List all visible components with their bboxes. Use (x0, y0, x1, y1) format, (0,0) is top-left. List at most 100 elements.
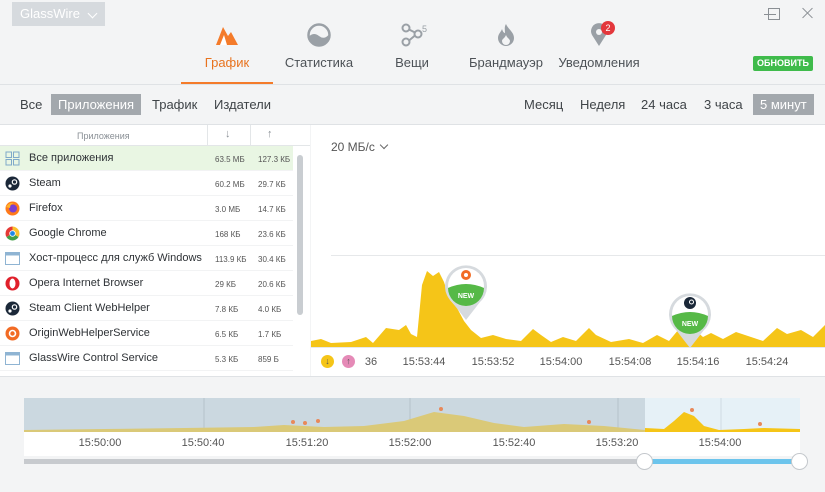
timeline-tick: 15:53:20 (595, 437, 639, 449)
range-3h[interactable]: 3 часа (697, 94, 750, 115)
upload-value: 20.6 КБ (258, 280, 286, 289)
download-value: 3.0 МБ (215, 205, 241, 214)
maximize-button[interactable] (768, 8, 780, 20)
steam-icon (5, 301, 20, 316)
timeline-tick: 15:52:00 (388, 437, 432, 449)
download-value: 60.2 МБ (215, 180, 245, 189)
flame-icon (498, 24, 514, 46)
list-header: Приложения ↓ ↑ (0, 125, 310, 146)
download-value: 29 КБ (215, 280, 237, 289)
list-item[interactable]: Opera Internet Browser 29 КБ 20.6 КБ (0, 271, 293, 296)
window-icon (5, 252, 20, 265)
time-axis: ↓ ↑ 36 15:53:44 15:53:52 15:54:00 15:54:… (311, 347, 825, 376)
traffic-area (311, 271, 825, 348)
timeline-tick: 15:50:00 (78, 437, 122, 449)
upload-value: 14.7 КБ (258, 205, 286, 214)
list-item[interactable]: GlassWire Control Service 5.3 КБ 859 Б (0, 346, 293, 371)
tab-alerts[interactable]: 2 Уведомления (553, 18, 645, 84)
app-name: GlassWire Control Service (29, 352, 158, 364)
tab-label: График (204, 55, 250, 70)
close-button[interactable] (801, 6, 815, 20)
app-name: Firefox (29, 202, 63, 214)
steam-icon (5, 176, 20, 191)
origin-icon (5, 326, 20, 341)
upload-value: 127.3 КБ (258, 155, 291, 164)
range-month[interactable]: Месяц (517, 94, 570, 115)
list-item[interactable]: Google Chrome 168 КБ 23.6 КБ (0, 221, 293, 246)
range-5min[interactable]: 5 минут (753, 94, 814, 115)
filter-traffic[interactable]: Трафик (145, 94, 204, 115)
timeline-selected-range[interactable] (644, 459, 800, 464)
upload-value: 859 Б (258, 355, 279, 364)
filter-publishers[interactable]: Издатели (207, 94, 278, 115)
list-item[interactable]: Firefox 3.0 МБ 14.7 КБ (0, 196, 293, 221)
app-menu-button[interactable]: GlassWire (12, 2, 105, 26)
new-app-marker[interactable]: NEW (442, 262, 490, 320)
firefox-icon (5, 201, 20, 216)
list-item[interactable]: Все приложения 63.5 МБ 127.3 КБ (0, 146, 293, 171)
upload-value: 30.4 КБ (258, 255, 286, 264)
column-separator (207, 125, 208, 146)
window-icon (5, 352, 20, 365)
tab-firewall[interactable]: Брандмауэр (465, 18, 547, 84)
opera-icon (5, 276, 20, 291)
all-apps-icon (5, 151, 20, 166)
timeline-tick: 15:52:40 (492, 437, 536, 449)
tab-things[interactable]: 5 Вещи (386, 18, 438, 84)
list-item[interactable]: OriginWebHelperService 6.5 КБ 1.7 КБ (0, 321, 293, 346)
alerts-badge: 2 (601, 21, 615, 35)
upload-legend-icon[interactable]: ↑ (342, 355, 355, 368)
list-scrollbar[interactable] (297, 155, 303, 315)
filter-apps[interactable]: Приложения (51, 94, 142, 115)
upload-value: 23.6 КБ (258, 230, 286, 239)
app-list: Приложения ↓ ↑ Все приложения 63.5 МБ 12… (0, 125, 310, 376)
filter-all[interactable]: Все (13, 94, 49, 115)
timeline-axis: 15:50:00 15:50:40 15:51:20 15:52:00 15:5… (24, 432, 800, 456)
axis-tick: 15:54:00 (539, 356, 583, 368)
new-label: NEW (458, 293, 475, 300)
new-app-marker[interactable]: NEW (666, 290, 714, 348)
list-item[interactable]: Steam 60.2 МБ 29.7 КБ (0, 171, 293, 196)
tab-graph[interactable]: График (181, 18, 273, 84)
list-item[interactable]: Хост-процесс для служб Windows 113.9 КБ … (0, 246, 293, 271)
upload-value: 1.7 КБ (258, 330, 282, 339)
axis-tick: 15:54:08 (608, 356, 652, 368)
app-name: GlassWire (20, 6, 80, 21)
timeline-overview[interactable]: 15:50:00 15:50:40 15:51:20 15:52:00 15:5… (24, 398, 800, 456)
column-upload[interactable]: ↑ (267, 128, 273, 140)
update-button[interactable]: ОБНОВИТЬ (753, 56, 813, 71)
timeline-tick: 15:51:20 (285, 437, 329, 449)
app-name: Хост-процесс для служб Windows (29, 252, 202, 264)
app-name: Opera Internet Browser (29, 277, 144, 289)
chrome-icon (5, 226, 20, 241)
app-name: OriginWebHelperService (29, 327, 150, 339)
timeline-tick: 15:50:40 (181, 437, 225, 449)
tab-label: Вещи (395, 55, 429, 70)
range-24h[interactable]: 24 часа (634, 94, 694, 115)
list-item[interactable]: Steam Client WebHelper 7.8 КБ 4.0 КБ (0, 296, 293, 321)
axis-tick: 15:54:24 (745, 356, 789, 368)
column-apps[interactable]: Приложения (77, 131, 130, 141)
range-end-handle[interactable] (791, 453, 808, 470)
divider (0, 376, 825, 377)
download-value: 5.3 КБ (215, 355, 239, 364)
new-label: NEW (682, 321, 699, 328)
app-name: Все приложения (29, 152, 114, 164)
range-week[interactable]: Неделя (573, 94, 632, 115)
stats-icon (307, 23, 331, 47)
axis-tick: 15:53:52 (471, 356, 515, 368)
range-start-handle[interactable] (636, 453, 653, 470)
download-value: 168 КБ (215, 230, 241, 239)
download-value: 6.5 КБ (215, 330, 239, 339)
traffic-graph: 20 МБ/с NEW NEW ↓ ↑ 36 15:53:44 15:53:52… (311, 125, 825, 376)
tab-label: Статистика (284, 55, 354, 70)
column-separator (250, 125, 251, 146)
axis-tick: 15:53:44 (402, 356, 446, 368)
upload-value: 29.7 КБ (258, 180, 286, 189)
chevron-down-icon (87, 8, 98, 19)
app-name: Google Chrome (29, 227, 107, 239)
tab-stats[interactable]: Статистика (279, 18, 359, 84)
column-download[interactable]: ↓ (225, 128, 231, 140)
download-legend-icon[interactable]: ↓ (321, 355, 334, 368)
upload-value: 4.0 КБ (258, 305, 282, 314)
